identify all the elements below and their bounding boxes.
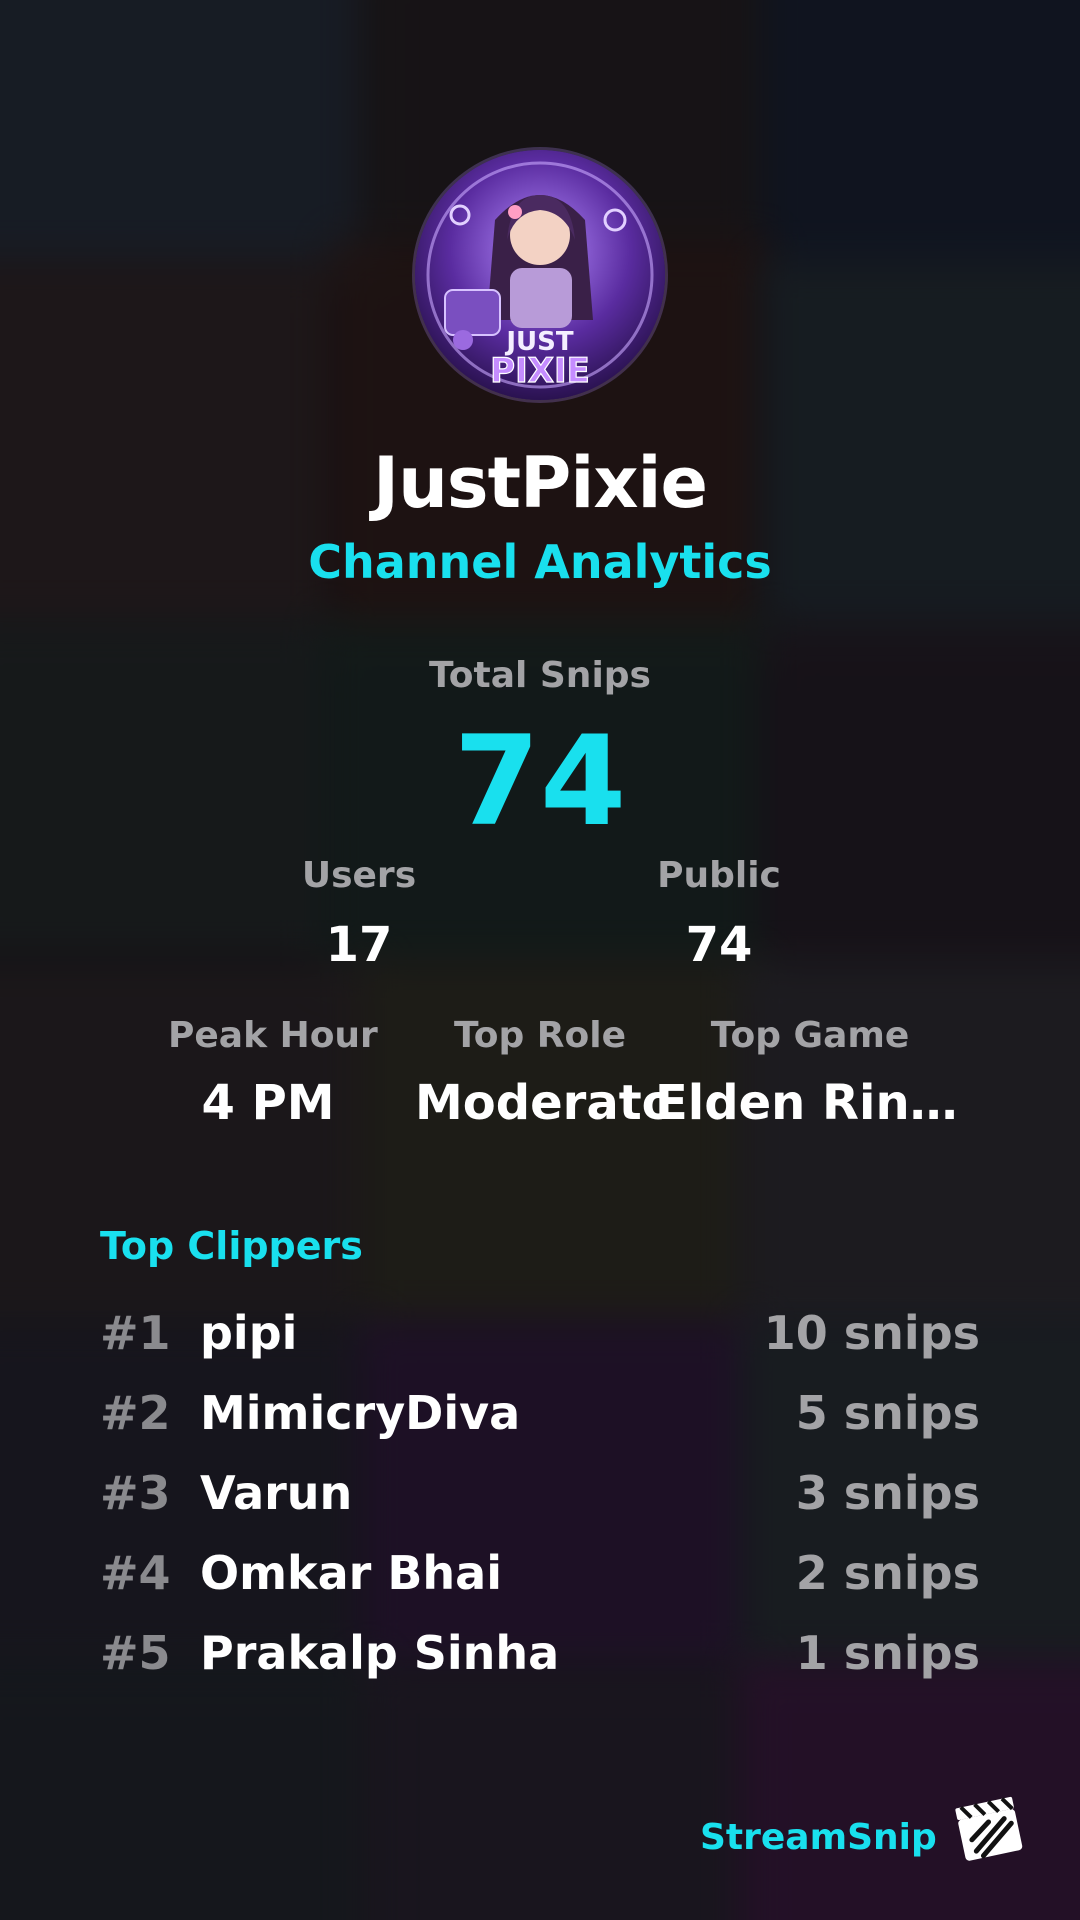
avatar-text-bottom: PIXIE	[490, 351, 590, 391]
total-snips-value: 74	[453, 710, 627, 854]
clipper-rank: #3	[100, 1466, 171, 1520]
analytics-card: JUST PIXIE JustPixie Channel Analytics T…	[0, 0, 1080, 1920]
users-label: Users	[301, 855, 417, 896]
clipper-snips: 5 snips	[795, 1386, 980, 1440]
clipper-name: MimicryDiva	[200, 1386, 521, 1440]
clipper-row: #3 Varun 3 snips	[100, 1458, 980, 1528]
clipper-rank: #5	[100, 1626, 171, 1680]
clipper-name: Prakalp Sinha	[200, 1626, 560, 1680]
total-snips-label: Total Snips	[429, 655, 651, 696]
top-game-value: Elden Ring T..	[655, 1075, 965, 1131]
public-value: 74	[685, 917, 753, 973]
clapperboard-icon	[950, 1790, 1028, 1868]
peak-hour-label: Peak Hour	[168, 1015, 378, 1056]
brand-name: StreamSnip	[700, 1817, 937, 1858]
clipper-row: #4 Omkar Bhai 2 snips	[100, 1538, 980, 1608]
channel-avatar: JUST PIXIE	[415, 150, 665, 400]
clipper-name: Omkar Bhai	[200, 1546, 502, 1600]
public-label: Public	[657, 855, 781, 896]
clipper-snips: 1 snips	[795, 1626, 980, 1680]
peak-hour-value: 4 PM	[201, 1075, 335, 1131]
channel-name: JustPixie	[373, 442, 708, 524]
clipper-snips: 2 snips	[795, 1546, 980, 1600]
clipper-name: pipi	[200, 1306, 298, 1360]
clipper-row: #1 pipi 10 snips	[100, 1298, 980, 1368]
channel-avatar-icon: JUST PIXIE	[415, 150, 665, 400]
clipper-snips: 3 snips	[795, 1466, 980, 1520]
top-game-label: Top Game	[710, 1015, 910, 1056]
clipper-rank: #2	[100, 1386, 171, 1440]
clipper-row: #5 Prakalp Sinha 1 snips	[100, 1618, 980, 1688]
clipper-rank: #4	[100, 1546, 171, 1600]
clipper-rank: #1	[100, 1306, 171, 1360]
top-clippers-title: Top Clippers	[100, 1224, 363, 1268]
top-role-value: Moderator	[415, 1075, 665, 1131]
users-value: 17	[325, 917, 393, 973]
clipper-row: #2 MimicryDiva 5 snips	[100, 1378, 980, 1448]
channel-subtitle: Channel Analytics	[308, 535, 772, 589]
clipper-name: Varun	[200, 1466, 353, 1520]
top-role-label: Top Role	[453, 1015, 627, 1056]
clipper-snips: 10 snips	[763, 1306, 980, 1360]
